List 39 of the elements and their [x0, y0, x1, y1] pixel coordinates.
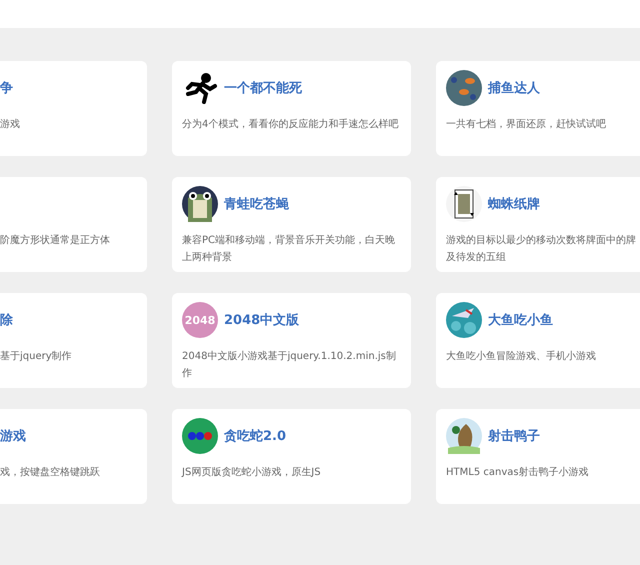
game-description: 分为4个模式，看看你的反应能力和手速怎么样吧	[182, 118, 400, 132]
game-description: 戏，按键盘空格键跳跃	[0, 466, 101, 480]
game-description: 游戏的目标以最少的移动次数将牌面中的牌及待发的五组	[446, 234, 637, 265]
game-description: 游戏	[0, 118, 21, 132]
game-title[interactable]: 贪吃蛇2.0	[224, 427, 286, 445]
game-card[interactable]: 一个都不能死 分为4个模式，看看你的反应能力和手速怎么样吧	[172, 61, 411, 156]
game-title[interactable]: 大鱼吃小鱼	[488, 311, 553, 329]
game-title[interactable]: 射击鸭子	[488, 427, 540, 445]
game-card[interactable]: 游戏 戏，按键盘空格键跳跃	[0, 409, 147, 504]
game-title[interactable]: 游戏	[0, 427, 26, 445]
game-title[interactable]: 蜘蛛纸牌	[488, 195, 540, 213]
number-tile-icon: 2048	[182, 302, 218, 338]
game-card[interactable]: 青蛙吃苍蝇 兼容PC端和移动端，背景音乐开关功能，白天晚上两种背景	[172, 177, 411, 272]
game-title[interactable]: 除	[0, 311, 13, 329]
game-description: 一共有七档，界面还原，赶快试试吧	[446, 118, 607, 132]
game-card[interactable]: 大鱼吃小鱼 大鱼吃小鱼冒险游戏、手机小游戏	[436, 293, 640, 388]
game-title[interactable]: 青蛙吃苍蝇	[224, 195, 289, 213]
game-description: 阶魔方形状通常是正方体	[0, 234, 111, 248]
frog-icon	[182, 186, 218, 222]
game-card[interactable]: 2048 2048中文版 2048中文版小游戏基于jquery.1.10.2.min.js制作	[172, 293, 411, 388]
playing-card-icon	[446, 186, 482, 222]
game-title[interactable]: 一个都不能死	[224, 79, 302, 97]
game-title[interactable]: 2048中文版	[224, 311, 300, 329]
game-card[interactable]: 除 基于jquery制作	[0, 293, 147, 388]
game-card[interactable]: 蜘蛛纸牌 游戏的目标以最少的移动次数将牌面中的牌及待发的五组	[436, 177, 640, 272]
game-title[interactable]: 争	[0, 79, 13, 97]
game-description: 兼容PC端和移动端，背景音乐开关功能，白天晚上两种背景	[182, 234, 396, 265]
game-card[interactable]: 贪吃蛇2.0 JS网页版贪吃蛇小游戏，原生JS	[172, 409, 411, 504]
game-description: 基于jquery制作	[0, 350, 73, 364]
game-card[interactable]: 阶魔方形状通常是正方体	[0, 177, 147, 272]
snake-icon	[182, 418, 218, 454]
game-description: 大鱼吃小鱼冒险游戏、手机小游戏	[446, 350, 597, 364]
game-title[interactable]: 捕鱼达人	[488, 79, 540, 97]
game-card[interactable]: 射击鸭子 HTML5 canvas射击鸭子小游戏	[436, 409, 640, 504]
game-card[interactable]: 捕鱼达人 一共有七档，界面还原，赶快试试吧	[436, 61, 640, 156]
game-description: 2048中文版小游戏基于jquery.1.10.2.min.js制作	[182, 350, 397, 381]
game-description: HTML5 canvas射击鸭子小游戏	[446, 466, 590, 480]
game-card[interactable]: 争 游戏	[0, 61, 147, 156]
game-description: JS网页版贪吃蛇小游戏，原生JS	[182, 466, 322, 480]
